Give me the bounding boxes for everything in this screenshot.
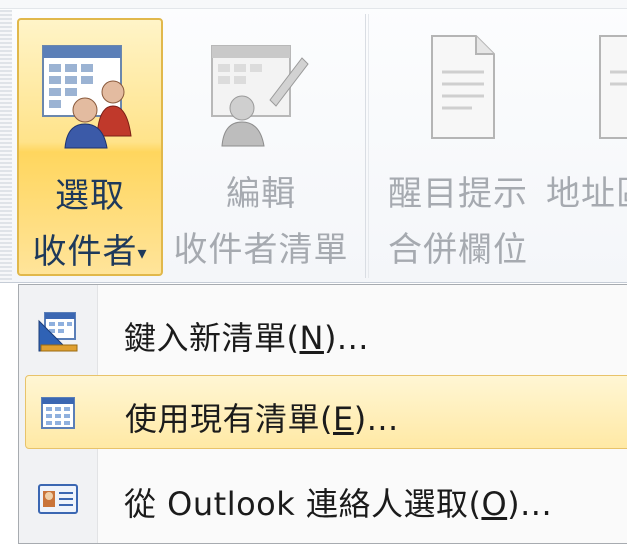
menu-item-use-existing-list[interactable]: 使用現有清單(E)... xyxy=(25,375,627,449)
document-icon xyxy=(431,35,495,139)
menu-item-label: 鍵入新清單(N)... xyxy=(124,319,369,357)
ribbon-top-edge xyxy=(0,0,627,9)
menu-item-select-outlook-contacts[interactable]: 從 Outlook 連絡人選取(O)... xyxy=(19,461,627,535)
ribbon-left-edge xyxy=(0,10,12,282)
highlight-merge-fields-button[interactable]: 醒目提示 合併欄位 xyxy=(384,18,544,276)
dropdown-arrow-icon: ▾ xyxy=(137,243,148,264)
ribbon-group-separator xyxy=(365,14,366,278)
address-block-icon xyxy=(599,35,627,139)
new-list-icon xyxy=(38,312,78,352)
menu-item-type-new-list[interactable]: 鍵入新清單(N)... xyxy=(19,295,627,369)
select-recipients-label-1: 選取 xyxy=(55,176,125,216)
select-recipients-icon xyxy=(42,45,132,149)
ribbon-group-separator-shadow xyxy=(368,14,369,278)
edit-list-icon xyxy=(211,45,309,147)
select-recipients-menu: 鍵入新清單(N)... 使用現有清單(E)... 從 Outlook 連絡人選取… xyxy=(18,284,627,544)
existing-list-icon xyxy=(41,397,75,429)
mailings-ribbon: 選取 收件者▾ 編輯 收件者清單 醒目提示 合併欄位 地址 xyxy=(0,0,627,283)
address-block-label: 地址區 xyxy=(546,174,627,214)
select-recipients-button[interactable]: 選取 收件者▾ xyxy=(17,18,163,276)
edit-recipient-list-button[interactable]: 編輯 收件者清單 xyxy=(166,18,356,276)
edit-recipient-list-label-2: 收件者清單 xyxy=(173,230,349,270)
highlight-merge-fields-label-1: 醒目提示 xyxy=(388,174,528,214)
outlook-contacts-icon xyxy=(38,484,78,514)
address-block-button[interactable]: 地址區 xyxy=(544,18,627,276)
edit-recipient-list-label-1: 編輯 xyxy=(226,174,296,214)
select-recipients-label-2: 收件者▾ xyxy=(32,232,148,272)
highlight-merge-fields-label-2: 合併欄位 xyxy=(388,230,528,270)
menu-item-label: 從 Outlook 連絡人選取(O)... xyxy=(124,485,553,523)
menu-item-label: 使用現有清單(E)... xyxy=(125,400,399,438)
